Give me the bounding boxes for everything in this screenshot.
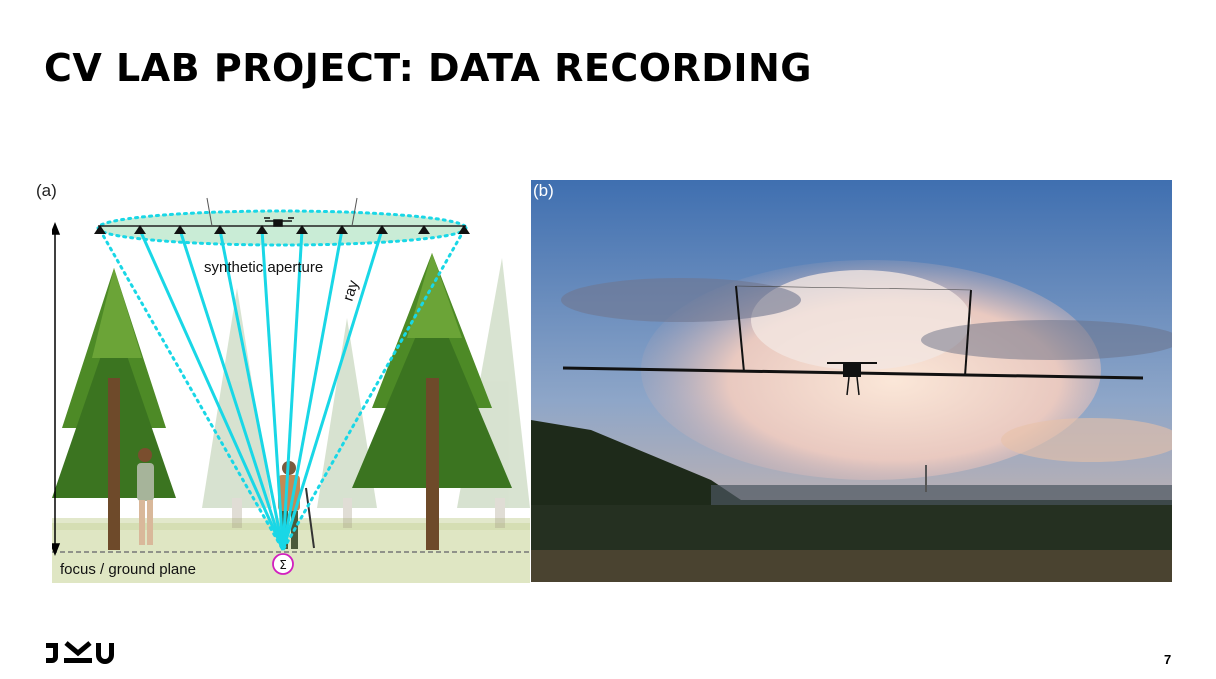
panel-b-label: (b) — [533, 181, 554, 200]
aperture-label: synthetic aperture — [204, 259, 323, 276]
sum-symbol: Σ — [279, 558, 287, 572]
slide-title: CV LAB PROJECT: DATA RECORDING — [44, 46, 812, 90]
ground-plane-label: focus / ground plane — [60, 561, 196, 578]
drone-flight-photo — [531, 180, 1172, 582]
synthetic-aperture-diagram: h synthetic aperture ray focus / ground … — [52, 197, 530, 583]
page-number: 7 — [1164, 652, 1172, 667]
jku-logo — [46, 641, 114, 664]
aperture-ellipse — [96, 209, 468, 247]
left-tree — [52, 268, 176, 550]
height-arrow — [52, 221, 61, 557]
